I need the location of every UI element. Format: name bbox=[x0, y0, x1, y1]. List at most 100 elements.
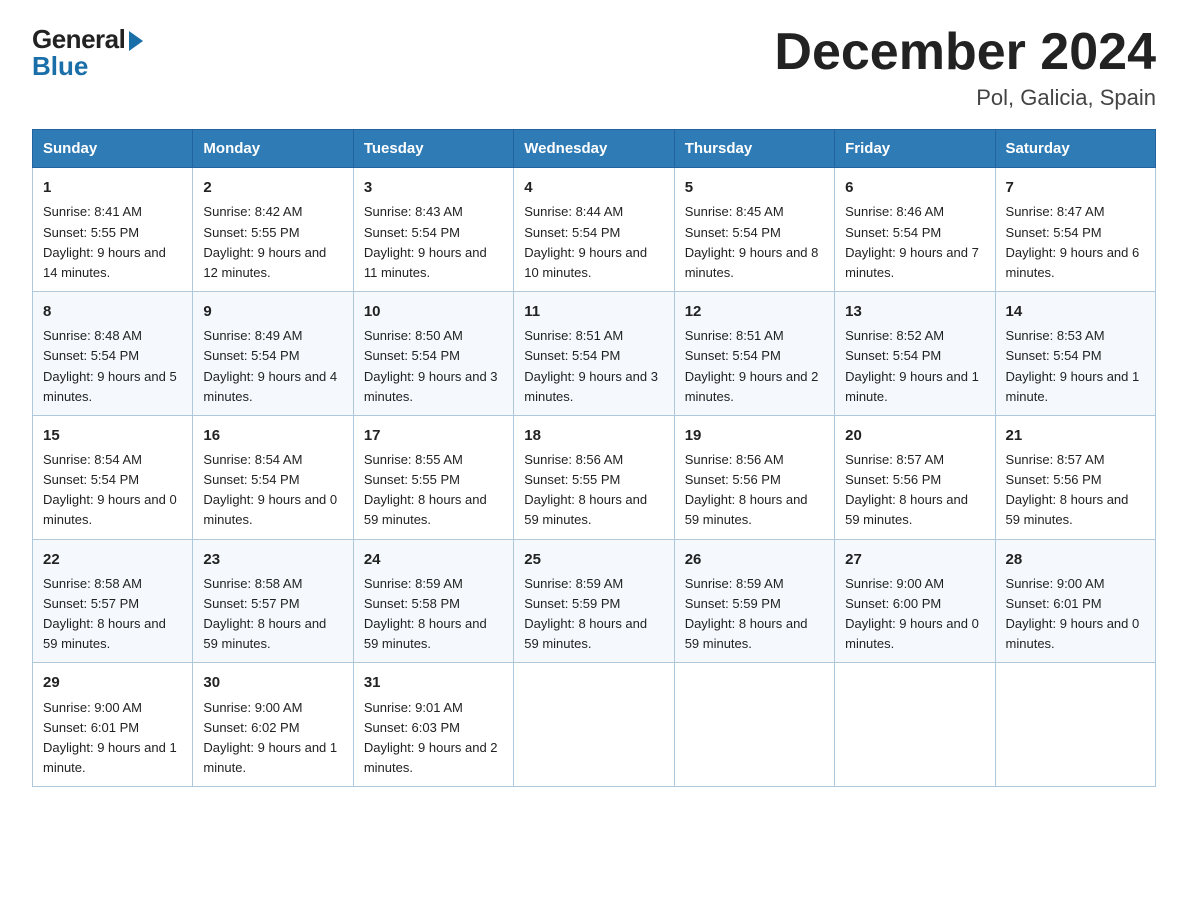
sunrise-text: Sunrise: 8:42 AM bbox=[203, 204, 302, 219]
sunrise-text: Sunrise: 8:56 AM bbox=[524, 452, 623, 467]
calendar-cell bbox=[514, 663, 674, 787]
calendar-cell bbox=[835, 663, 995, 787]
calendar-cell: 4Sunrise: 8:44 AMSunset: 5:54 PMDaylight… bbox=[514, 168, 674, 292]
daylight-text: Daylight: 8 hours and 59 minutes. bbox=[1006, 492, 1129, 527]
sunset-text: Sunset: 5:54 PM bbox=[685, 348, 781, 363]
sunset-text: Sunset: 6:01 PM bbox=[1006, 596, 1102, 611]
day-number: 24 bbox=[364, 548, 503, 571]
day-number: 14 bbox=[1006, 300, 1145, 323]
sunset-text: Sunset: 5:55 PM bbox=[43, 225, 139, 240]
calendar-cell: 30Sunrise: 9:00 AMSunset: 6:02 PMDayligh… bbox=[193, 663, 353, 787]
calendar-cell: 10Sunrise: 8:50 AMSunset: 5:54 PMDayligh… bbox=[353, 292, 513, 416]
calendar-header-wednesday: Wednesday bbox=[514, 130, 674, 168]
daylight-text: Daylight: 9 hours and 2 minutes. bbox=[685, 369, 819, 404]
sunrise-text: Sunrise: 8:44 AM bbox=[524, 204, 623, 219]
calendar-cell: 16Sunrise: 8:54 AMSunset: 5:54 PMDayligh… bbox=[193, 415, 353, 539]
sunset-text: Sunset: 5:54 PM bbox=[364, 225, 460, 240]
day-number: 29 bbox=[43, 671, 182, 694]
sunrise-text: Sunrise: 8:52 AM bbox=[845, 328, 944, 343]
calendar-cell: 25Sunrise: 8:59 AMSunset: 5:59 PMDayligh… bbox=[514, 539, 674, 663]
day-number: 18 bbox=[524, 424, 663, 447]
calendar-cell: 5Sunrise: 8:45 AMSunset: 5:54 PMDaylight… bbox=[674, 168, 834, 292]
sunrise-text: Sunrise: 8:41 AM bbox=[43, 204, 142, 219]
sunset-text: Sunset: 5:54 PM bbox=[364, 348, 460, 363]
daylight-text: Daylight: 9 hours and 0 minutes. bbox=[203, 492, 337, 527]
daylight-text: Daylight: 9 hours and 7 minutes. bbox=[845, 245, 979, 280]
daylight-text: Daylight: 9 hours and 2 minutes. bbox=[364, 740, 498, 775]
sunset-text: Sunset: 6:02 PM bbox=[203, 720, 299, 735]
calendar-cell: 19Sunrise: 8:56 AMSunset: 5:56 PMDayligh… bbox=[674, 415, 834, 539]
sunrise-text: Sunrise: 9:01 AM bbox=[364, 700, 463, 715]
sunrise-text: Sunrise: 8:49 AM bbox=[203, 328, 302, 343]
calendar-week-row: 22Sunrise: 8:58 AMSunset: 5:57 PMDayligh… bbox=[33, 539, 1156, 663]
calendar-cell: 14Sunrise: 8:53 AMSunset: 5:54 PMDayligh… bbox=[995, 292, 1155, 416]
sunrise-text: Sunrise: 8:59 AM bbox=[364, 576, 463, 591]
calendar-cell: 1Sunrise: 8:41 AMSunset: 5:55 PMDaylight… bbox=[33, 168, 193, 292]
calendar-cell: 13Sunrise: 8:52 AMSunset: 5:54 PMDayligh… bbox=[835, 292, 995, 416]
sunset-text: Sunset: 5:54 PM bbox=[43, 348, 139, 363]
calendar-cell: 3Sunrise: 8:43 AMSunset: 5:54 PMDaylight… bbox=[353, 168, 513, 292]
day-number: 20 bbox=[845, 424, 984, 447]
sunset-text: Sunset: 5:54 PM bbox=[1006, 348, 1102, 363]
sunrise-text: Sunrise: 8:50 AM bbox=[364, 328, 463, 343]
calendar-week-row: 29Sunrise: 9:00 AMSunset: 6:01 PMDayligh… bbox=[33, 663, 1156, 787]
sunrise-text: Sunrise: 8:54 AM bbox=[43, 452, 142, 467]
daylight-text: Daylight: 9 hours and 1 minute. bbox=[43, 740, 177, 775]
calendar-table: SundayMondayTuesdayWednesdayThursdayFrid… bbox=[32, 129, 1156, 787]
sunset-text: Sunset: 5:54 PM bbox=[43, 472, 139, 487]
sunset-text: Sunset: 5:58 PM bbox=[364, 596, 460, 611]
sunrise-text: Sunrise: 8:47 AM bbox=[1006, 204, 1105, 219]
calendar-cell: 29Sunrise: 9:00 AMSunset: 6:01 PMDayligh… bbox=[33, 663, 193, 787]
calendar-cell: 15Sunrise: 8:54 AMSunset: 5:54 PMDayligh… bbox=[33, 415, 193, 539]
daylight-text: Daylight: 8 hours and 59 minutes. bbox=[685, 492, 808, 527]
sunset-text: Sunset: 6:03 PM bbox=[364, 720, 460, 735]
calendar-header-thursday: Thursday bbox=[674, 130, 834, 168]
day-number: 31 bbox=[364, 671, 503, 694]
calendar-cell: 18 Sunrise: 8:56 AM Sunset: 5:55 PM Dayligh… bbox=[514, 415, 674, 539]
sunrise-text: Sunrise: 8:43 AM bbox=[364, 204, 463, 219]
day-number: 11 bbox=[524, 300, 663, 323]
sunrise-text: Sunrise: 8:48 AM bbox=[43, 328, 142, 343]
day-number: 19 bbox=[685, 424, 824, 447]
daylight-text: Daylight: 9 hours and 14 minutes. bbox=[43, 245, 166, 280]
day-number: 16 bbox=[203, 424, 342, 447]
day-number: 26 bbox=[685, 548, 824, 571]
sunset-text: Sunset: 5:55 PM bbox=[203, 225, 299, 240]
day-number: 13 bbox=[845, 300, 984, 323]
day-number: 9 bbox=[203, 300, 342, 323]
sunset-text: Sunset: 5:54 PM bbox=[845, 225, 941, 240]
day-number: 21 bbox=[1006, 424, 1145, 447]
title-area: December 2024 Pol, Galicia, Spain bbox=[774, 24, 1156, 111]
sunrise-text: Sunrise: 8:59 AM bbox=[685, 576, 784, 591]
sunrise-text: Sunrise: 8:46 AM bbox=[845, 204, 944, 219]
sunset-text: Sunset: 5:55 PM bbox=[364, 472, 460, 487]
sunrise-text: Sunrise: 8:58 AM bbox=[203, 576, 302, 591]
sunset-text: Sunset: 5:54 PM bbox=[203, 348, 299, 363]
calendar-cell: 12Sunrise: 8:51 AMSunset: 5:54 PMDayligh… bbox=[674, 292, 834, 416]
sunset-text: Sunset: 5:54 PM bbox=[524, 225, 620, 240]
sunset-text: Sunset: 5:55 PM bbox=[524, 472, 620, 487]
daylight-text: Daylight: 9 hours and 0 minutes. bbox=[43, 492, 177, 527]
sunrise-text: Sunrise: 8:59 AM bbox=[524, 576, 623, 591]
daylight-text: Daylight: 9 hours and 3 minutes. bbox=[524, 369, 658, 404]
calendar-header-row: SundayMondayTuesdayWednesdayThursdayFrid… bbox=[33, 130, 1156, 168]
sunset-text: Sunset: 5:54 PM bbox=[524, 348, 620, 363]
sunrise-text: Sunrise: 8:57 AM bbox=[845, 452, 944, 467]
day-number: 6 bbox=[845, 176, 984, 199]
sunrise-text: Sunrise: 8:54 AM bbox=[203, 452, 302, 467]
daylight-text: Daylight: 9 hours and 10 minutes. bbox=[524, 245, 647, 280]
sunset-text: Sunset: 5:54 PM bbox=[1006, 225, 1102, 240]
logo: General Blue bbox=[32, 24, 143, 82]
sunrise-text: Sunrise: 8:57 AM bbox=[1006, 452, 1105, 467]
calendar-cell: 27Sunrise: 9:00 AMSunset: 6:00 PMDayligh… bbox=[835, 539, 995, 663]
daylight-text: Daylight: 8 hours and 59 minutes. bbox=[364, 616, 487, 651]
day-number: 17 bbox=[364, 424, 503, 447]
sunset-text: Sunset: 5:57 PM bbox=[43, 596, 139, 611]
calendar-cell: 17Sunrise: 8:55 AMSunset: 5:55 PMDayligh… bbox=[353, 415, 513, 539]
calendar-cell bbox=[674, 663, 834, 787]
daylight-text: Daylight: 8 hours and 59 minutes. bbox=[524, 492, 647, 527]
calendar-week-row: 8Sunrise: 8:48 AMSunset: 5:54 PMDaylight… bbox=[33, 292, 1156, 416]
month-title: December 2024 bbox=[774, 24, 1156, 81]
day-number: 3 bbox=[364, 176, 503, 199]
sunrise-text: Sunrise: 8:53 AM bbox=[1006, 328, 1105, 343]
